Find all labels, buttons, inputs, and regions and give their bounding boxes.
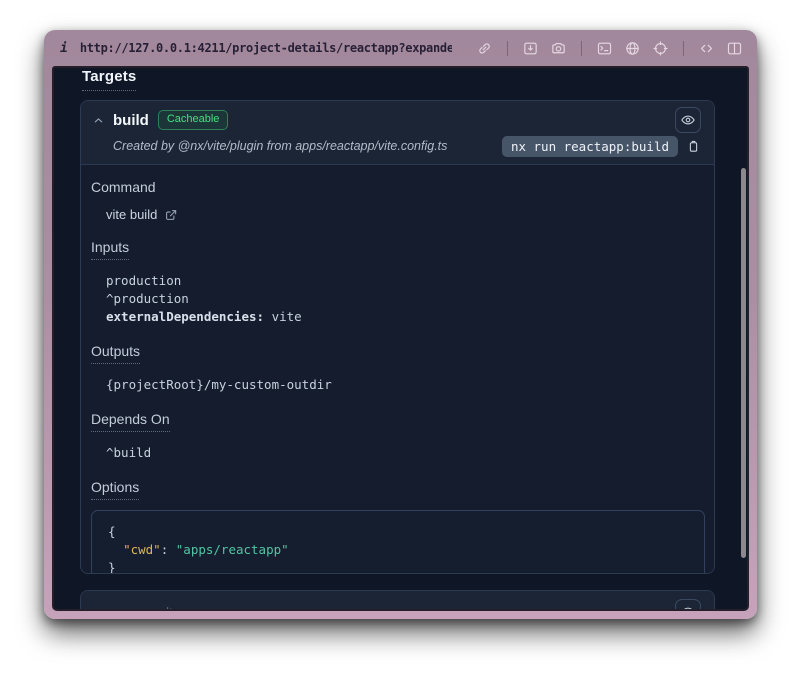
clipboard-icon bbox=[686, 139, 701, 154]
copy-command-button[interactable] bbox=[686, 139, 701, 154]
info-icon: i bbox=[60, 41, 68, 56]
crosshair-icon[interactable] bbox=[652, 40, 669, 57]
target-card-serve: serve vite serve bbox=[80, 590, 715, 611]
serve-subtitle: vite serve bbox=[160, 605, 216, 612]
input-item-kv: externalDependencies: vite bbox=[106, 308, 705, 326]
options-code-close: } bbox=[108, 559, 688, 574]
options-code-key: "cwd" bbox=[123, 542, 161, 557]
target-card-build: build Cacheable Created by @nx/vite/plug… bbox=[80, 100, 715, 574]
outputs-heading: Outputs bbox=[91, 343, 140, 364]
created-by-text: Created by @nx/vite/plugin from apps/rea… bbox=[93, 139, 447, 153]
output-item: {projectRoot}/my-custom-outdir bbox=[106, 376, 705, 394]
command-heading: Command bbox=[91, 179, 705, 195]
view-target-graph-button[interactable] bbox=[675, 599, 701, 611]
eye-icon bbox=[680, 604, 696, 611]
section-inputs: Inputs production ^production externalDe… bbox=[91, 239, 705, 326]
build-card-header[interactable]: build Cacheable Created by @nx/vite/plug… bbox=[81, 101, 714, 164]
browser-toolbar: i http://127.0.0.1:4211/project-details/… bbox=[44, 30, 757, 66]
view-target-graph-button[interactable] bbox=[675, 107, 701, 133]
toolbar-divider bbox=[581, 41, 582, 56]
external-link-icon bbox=[164, 208, 178, 222]
link-icon[interactable] bbox=[476, 40, 493, 57]
options-heading: Options bbox=[91, 479, 139, 500]
target-name: serve bbox=[113, 604, 150, 611]
options-code-sep: : bbox=[161, 542, 176, 557]
cacheable-badge: Cacheable bbox=[158, 110, 229, 130]
command-value-link[interactable]: vite build bbox=[106, 207, 705, 222]
options-code-open: { bbox=[108, 523, 688, 541]
scrollbar-thumb[interactable] bbox=[741, 168, 746, 558]
targets-heading: Targets bbox=[82, 68, 136, 91]
build-header-row: build Cacheable bbox=[93, 107, 701, 133]
options-code-value: "apps/reactapp" bbox=[176, 542, 289, 557]
build-header-subrow: Created by @nx/vite/plugin from apps/rea… bbox=[93, 134, 701, 158]
screenshot-canvas: i http://127.0.0.1:4211/project-details/… bbox=[0, 0, 800, 676]
globe-icon[interactable] bbox=[624, 40, 641, 57]
chevron-down-icon[interactable] bbox=[93, 607, 104, 612]
options-code-line: "cwd": "apps/reactapp" bbox=[108, 541, 688, 559]
import-icon[interactable] bbox=[522, 40, 539, 57]
terminal-icon[interactable] bbox=[596, 40, 613, 57]
address-url[interactable]: http://127.0.0.1:4211/project-details/re… bbox=[80, 41, 452, 55]
target-name: build bbox=[113, 112, 149, 129]
options-code-block: { "cwd": "apps/reactapp" } bbox=[91, 510, 705, 574]
serve-header-row: serve vite serve bbox=[93, 599, 701, 611]
build-card-body: Command vite build Inputs production bbox=[81, 165, 714, 574]
eye-icon bbox=[680, 112, 696, 128]
split-columns-icon[interactable] bbox=[726, 40, 743, 57]
chevron-up-icon[interactable] bbox=[93, 115, 104, 126]
section-command: Command vite build bbox=[91, 179, 705, 222]
input-item: production bbox=[106, 272, 705, 290]
depends-on-item: ^build bbox=[106, 444, 705, 462]
depends-on-heading: Depends On bbox=[91, 411, 170, 432]
browser-window: i http://127.0.0.1:4211/project-details/… bbox=[44, 30, 757, 619]
toolbar-divider bbox=[683, 41, 684, 56]
toolbar-icons bbox=[476, 40, 743, 57]
camera-icon[interactable] bbox=[550, 40, 567, 57]
code-icon[interactable] bbox=[698, 40, 715, 57]
toolbar-divider bbox=[507, 41, 508, 56]
input-item: ^production bbox=[106, 290, 705, 308]
run-command-chip: nx run reactapp:build bbox=[502, 136, 678, 157]
section-depends-on: Depends On ^build bbox=[91, 411, 705, 462]
input-kv-value: vite bbox=[264, 309, 302, 324]
inputs-heading: Inputs bbox=[91, 239, 129, 260]
command-value: vite build bbox=[106, 207, 157, 222]
section-options: Options { "cwd": "apps/reactapp" } bbox=[91, 479, 705, 574]
input-kv-key: externalDependencies: bbox=[106, 309, 264, 324]
section-outputs: Outputs {projectRoot}/my-custom-outdir bbox=[91, 343, 705, 394]
serve-card-header[interactable]: serve vite serve bbox=[81, 591, 714, 611]
page-content: Targets build Cacheable bbox=[52, 66, 749, 611]
